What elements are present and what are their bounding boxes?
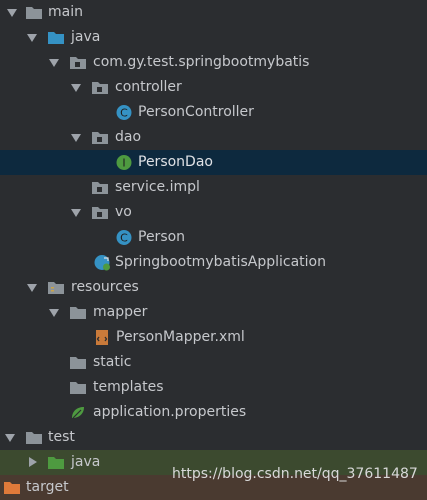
test-source-folder-icon bbox=[47, 454, 65, 471]
tree-label-controller: controller bbox=[115, 79, 182, 95]
tree-label-main: main bbox=[48, 4, 83, 20]
tree-label-person-controller: PersonController bbox=[138, 104, 254, 120]
tree-label-dao: dao bbox=[115, 129, 142, 145]
chevron-down-icon[interactable] bbox=[27, 284, 37, 292]
tree-row-mapper[interactable]: mapper bbox=[0, 300, 427, 325]
watermark-text: https://blog.csdn.net/qq_37611487 bbox=[172, 466, 418, 482]
tree-label-java: java bbox=[71, 29, 101, 45]
excluded-folder-icon bbox=[3, 479, 21, 496]
tree-label-resources: resources bbox=[71, 279, 139, 295]
tree-row-templates[interactable]: templates bbox=[0, 375, 427, 400]
tree-label-application-properties: application.properties bbox=[93, 404, 247, 420]
resources-folder-icon bbox=[47, 279, 65, 296]
tree-row-application[interactable]: SpringbootmybatisApplication bbox=[0, 250, 427, 275]
spring-boot-class-icon bbox=[93, 254, 111, 271]
tree-label-templates: templates bbox=[93, 379, 164, 395]
tree-label-test: test bbox=[48, 429, 75, 445]
tree-label-person-mapper-xml: PersonMapper.xml bbox=[116, 329, 245, 345]
tree-label-target: target bbox=[26, 479, 69, 495]
tree-row-main[interactable]: main bbox=[0, 0, 427, 25]
xml-file-icon bbox=[93, 329, 111, 346]
tree-row-package[interactable]: com.gy.test.springbootmybatis bbox=[0, 50, 427, 75]
chevron-down-icon[interactable] bbox=[71, 84, 81, 92]
tree-row-person[interactable]: C Person bbox=[0, 225, 427, 250]
chevron-down-icon[interactable] bbox=[49, 309, 59, 317]
tree-label-mapper: mapper bbox=[93, 304, 148, 320]
tree-row-resources[interactable]: resources bbox=[0, 275, 427, 300]
folder-icon bbox=[69, 354, 87, 371]
project-tree: main java com.gy.test.springbootmybatis … bbox=[0, 0, 427, 500]
chevron-down-icon[interactable] bbox=[49, 59, 59, 67]
chevron-down-icon[interactable] bbox=[5, 434, 15, 442]
tree-row-service-impl[interactable]: service.impl bbox=[0, 175, 427, 200]
class-icon: C bbox=[115, 104, 133, 121]
tree-row-vo[interactable]: vo bbox=[0, 200, 427, 225]
tree-row-person-mapper-xml[interactable]: PersonMapper.xml bbox=[0, 325, 427, 350]
tree-label-person-dao: PersonDao bbox=[138, 154, 213, 170]
package-folder-icon bbox=[91, 129, 109, 146]
package-folder-icon bbox=[69, 54, 87, 71]
tree-label-vo: vo bbox=[115, 204, 132, 220]
tree-label-test-java: java bbox=[71, 454, 101, 470]
tree-label-person: Person bbox=[138, 229, 186, 245]
source-folder-icon bbox=[47, 29, 65, 46]
tree-row-application-properties[interactable]: application.properties bbox=[0, 400, 427, 425]
package-folder-icon bbox=[91, 179, 109, 196]
tree-label-static: static bbox=[93, 354, 132, 370]
chevron-down-icon[interactable] bbox=[27, 34, 37, 42]
folder-icon bbox=[25, 4, 43, 21]
tree-row-person-dao[interactable]: I PersonDao bbox=[0, 150, 427, 175]
interface-icon-letter: I bbox=[122, 157, 125, 170]
tree-row-test[interactable]: test bbox=[0, 425, 427, 450]
tree-label-application: SpringbootmybatisApplication bbox=[115, 254, 326, 270]
tree-row-static[interactable]: static bbox=[0, 350, 427, 375]
spring-properties-icon bbox=[69, 404, 87, 421]
package-folder-icon bbox=[91, 79, 109, 96]
class-icon: C bbox=[115, 229, 133, 246]
class-icon-letter: C bbox=[120, 107, 128, 120]
folder-icon bbox=[25, 429, 43, 446]
tree-row-person-controller[interactable]: C PersonController bbox=[0, 100, 427, 125]
tree-row-dao[interactable]: dao bbox=[0, 125, 427, 150]
tree-row-controller[interactable]: controller bbox=[0, 75, 427, 100]
chevron-down-icon[interactable] bbox=[71, 209, 81, 217]
folder-icon bbox=[69, 379, 87, 396]
chevron-right-icon[interactable] bbox=[29, 457, 37, 467]
tree-row-java[interactable]: java bbox=[0, 25, 427, 50]
class-icon-letter: C bbox=[120, 232, 128, 245]
folder-icon bbox=[69, 304, 87, 321]
interface-icon: I bbox=[115, 154, 133, 171]
tree-label-package: com.gy.test.springbootmybatis bbox=[93, 54, 310, 70]
chevron-down-icon[interactable] bbox=[71, 134, 81, 142]
tree-label-service-impl: service.impl bbox=[115, 179, 200, 195]
package-folder-icon bbox=[91, 204, 109, 221]
chevron-down-icon[interactable] bbox=[7, 9, 17, 17]
